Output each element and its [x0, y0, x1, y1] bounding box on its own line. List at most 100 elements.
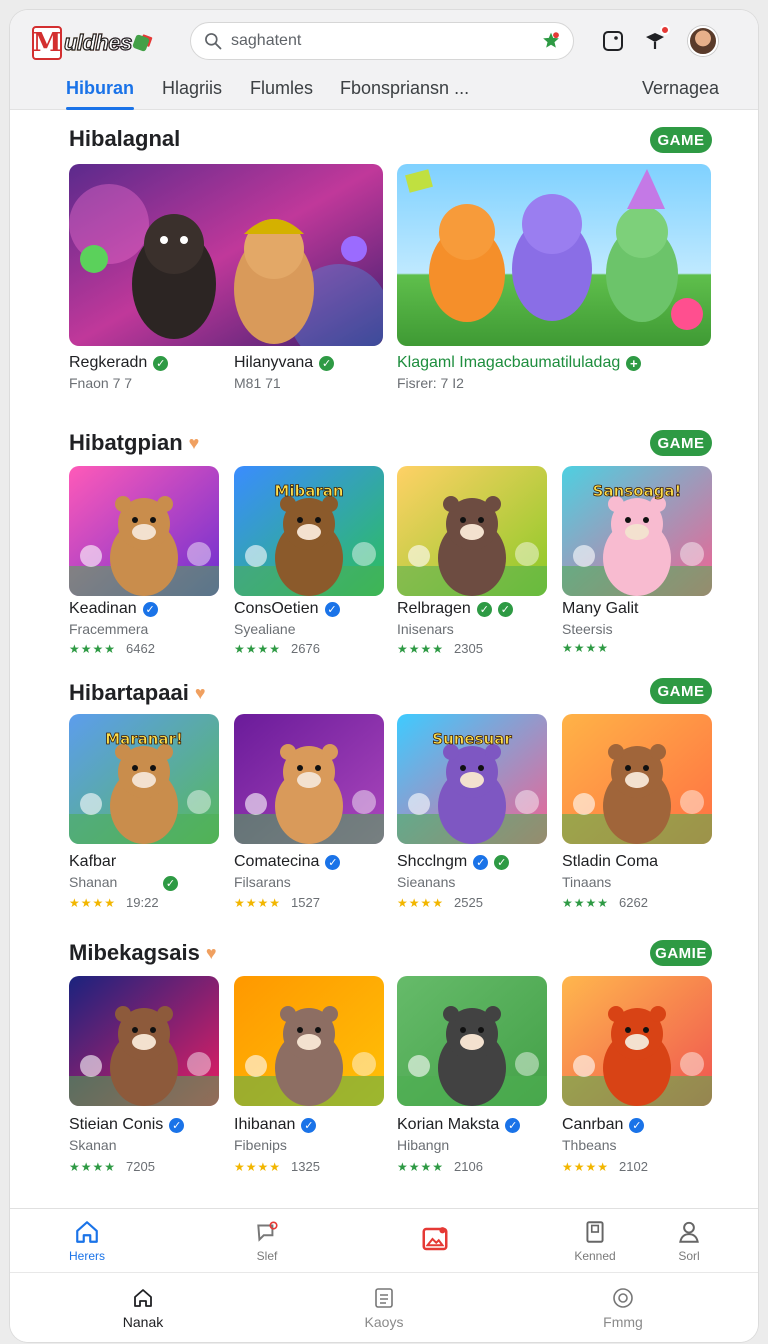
section-title: Mibekagsais ♥ — [69, 940, 217, 966]
game-title-text: ConsOetien — [234, 600, 319, 617]
nav-fmmg[interactable]: Fmmg — [578, 1273, 668, 1342]
rating-stars-icon: ★★★★ — [69, 895, 117, 910]
banner-title[interactable]: Hilanyvana ✓ — [234, 354, 335, 372]
game-card-rating: ★★★★ 2525 — [397, 895, 483, 910]
nav-label: Fmmg — [603, 1313, 643, 1330]
game-card-title[interactable]: Canrban ✓ — [562, 1116, 645, 1134]
verified-check-icon: ✓ — [473, 854, 489, 870]
tab-hiburan[interactable]: Hiburan — [66, 76, 135, 110]
game-card-title[interactable]: Stieian Conis ✓ — [69, 1116, 185, 1134]
game-card-title[interactable]: ConsOetien ✓ — [234, 600, 340, 618]
game-card-title[interactable]: Comatecina ✓ — [234, 853, 341, 871]
nav-kaoys[interactable]: Kaoys — [339, 1273, 429, 1342]
verified-check-icon: ✓ — [505, 1117, 521, 1133]
rating-stars-icon: ★★★★ — [562, 1159, 610, 1174]
tab-hlagriis[interactable]: Hlagriis — [162, 76, 222, 110]
game-title-text: Stladin Coma — [562, 853, 659, 870]
app-window: M uldhes saghatent Hiburan Hlagriis Flum… — [10, 10, 758, 1342]
rating-count: 2102 — [619, 1159, 648, 1174]
heart-icon[interactable]: ♥ — [206, 943, 217, 964]
nav-herers[interactable]: Herers — [42, 1209, 132, 1272]
game-thumbnail[interactable] — [562, 976, 712, 1106]
game-card-title[interactable]: Relbragen ✓ ✓ — [397, 600, 513, 618]
rating-count: 1325 — [291, 1159, 320, 1174]
notifications-icon[interactable] — [642, 25, 670, 54]
game-card-title[interactable]: Ihibanan ✓ — [234, 1116, 317, 1134]
tab-fbonspriansn[interactable]: Fbonspriansn ... — [340, 76, 469, 110]
game-thumbnail[interactable] — [397, 466, 547, 596]
game-thumbnail[interactable] — [234, 714, 384, 844]
section-title: Hibartapaai ♥ — [69, 680, 206, 706]
nav-kenned[interactable]: Kenned — [550, 1209, 640, 1272]
verified-check-icon: ✓ — [325, 854, 341, 870]
banner-subtitle: M81 71 — [234, 375, 281, 391]
game-title-text: Ihibanan — [234, 1116, 296, 1133]
rating-stars-icon: ★★★★ — [234, 895, 282, 910]
svg-text:Sunesuar: Sunesuar — [432, 730, 512, 748]
game-card-rating: ★★★★ 6262 — [562, 895, 648, 910]
section-title: Hibalagnal — [69, 126, 180, 152]
banner-title-text: Klagaml Imagacbaumatiluladag — [397, 354, 621, 371]
search-bar[interactable]: saghatent — [190, 22, 574, 60]
game-badge[interactable]: GAMIE — [650, 940, 712, 966]
game-card-subtitle: Tinaans — [562, 874, 612, 890]
game-card-subtitle: Shanan — [69, 874, 118, 890]
nav-slef[interactable]: Slef — [222, 1209, 312, 1272]
logo-decoration-icon — [131, 34, 150, 52]
banner-title[interactable]: Regkeradn ✓ — [69, 354, 169, 372]
game-thumbnail[interactable] — [397, 976, 547, 1106]
rating-count: 6462 — [126, 641, 155, 656]
game-thumbnail[interactable]: Mibaran — [234, 466, 384, 596]
game-card-title[interactable]: Kafbar — [69, 853, 116, 871]
svg-text:Maranar!: Maranar! — [105, 730, 183, 748]
search-input[interactable]: saghatent — [231, 32, 301, 50]
nav-nanak[interactable]: Nanak — [98, 1273, 188, 1342]
game-thumbnail[interactable] — [234, 976, 384, 1106]
game-badge[interactable]: GAME — [650, 678, 712, 704]
game-title-text: Shcclngm — [397, 853, 468, 870]
game-badge[interactable]: GAME — [650, 127, 712, 153]
game-card-title[interactable]: Korian Maksta ✓ — [397, 1116, 521, 1134]
avatar[interactable] — [688, 26, 718, 56]
game-badge[interactable]: GAME — [650, 430, 712, 456]
star-badge-icon[interactable] — [541, 31, 561, 51]
game-thumbnail[interactable] — [562, 714, 712, 844]
svg-text:Sansoaga!: Sansoaga! — [593, 482, 682, 500]
section-title-text: Mibekagsais — [69, 940, 200, 965]
game-card-title[interactable]: Many Galit — [562, 600, 638, 618]
featured-banner-left[interactable] — [69, 164, 383, 346]
rating-stars-icon: ★★★★ — [397, 1159, 445, 1174]
add-icon[interactable]: + — [626, 355, 642, 371]
rating-count: 2676 — [291, 641, 320, 656]
game-thumbnail[interactable]: Maranar! — [69, 714, 219, 844]
section-title: Hibatgpian ♥ — [69, 430, 199, 456]
game-card-title[interactable]: Keadinan ✓ — [69, 600, 158, 618]
banner-title[interactable]: Klagaml Imagacbaumatiluladag + — [397, 354, 642, 372]
nav-sorl[interactable]: Sorl — [644, 1209, 734, 1272]
game-card-rating: ★★★★ 6462 — [69, 641, 155, 656]
game-thumbnail[interactable] — [69, 466, 219, 596]
heart-icon[interactable]: ♥ — [195, 683, 206, 704]
category-tabs: Hiburan Hlagriis Flumles Fbonspriansn ..… — [10, 76, 758, 110]
game-card-subtitle: Syealiane — [234, 621, 296, 637]
dice-icon[interactable] — [600, 28, 626, 54]
logo-text: uldhes — [63, 29, 133, 55]
heart-icon[interactable]: ♥ — [189, 433, 200, 454]
nav-label: Kenned — [574, 1248, 616, 1263]
game-thumbnail[interactable]: Sunesuar — [397, 714, 547, 844]
app-logo[interactable]: M uldhes — [32, 26, 150, 60]
game-card-rating: ★★★★ 2676 — [234, 641, 320, 656]
featured-banner-right[interactable] — [397, 164, 711, 346]
rating-count: 7205 — [126, 1159, 155, 1174]
tab-vernagea[interactable]: Vernagea — [642, 76, 719, 110]
tab-flumles[interactable]: Flumles — [250, 76, 313, 110]
game-card-title[interactable]: Shcclngm ✓ ✓ — [397, 853, 510, 871]
game-title-text: Relbragen — [397, 600, 471, 617]
game-thumbnail[interactable] — [69, 976, 219, 1106]
game-card-subtitle: Fracemmera — [69, 621, 149, 637]
game-card-title[interactable]: Stladin Coma — [562, 853, 658, 871]
verified-check-icon: ✓ — [169, 1117, 185, 1133]
nav-image[interactable] — [390, 1209, 480, 1272]
banner-subtitle: Fnaon 7 7 — [69, 375, 133, 391]
game-thumbnail[interactable]: Sansoaga! — [562, 466, 712, 596]
